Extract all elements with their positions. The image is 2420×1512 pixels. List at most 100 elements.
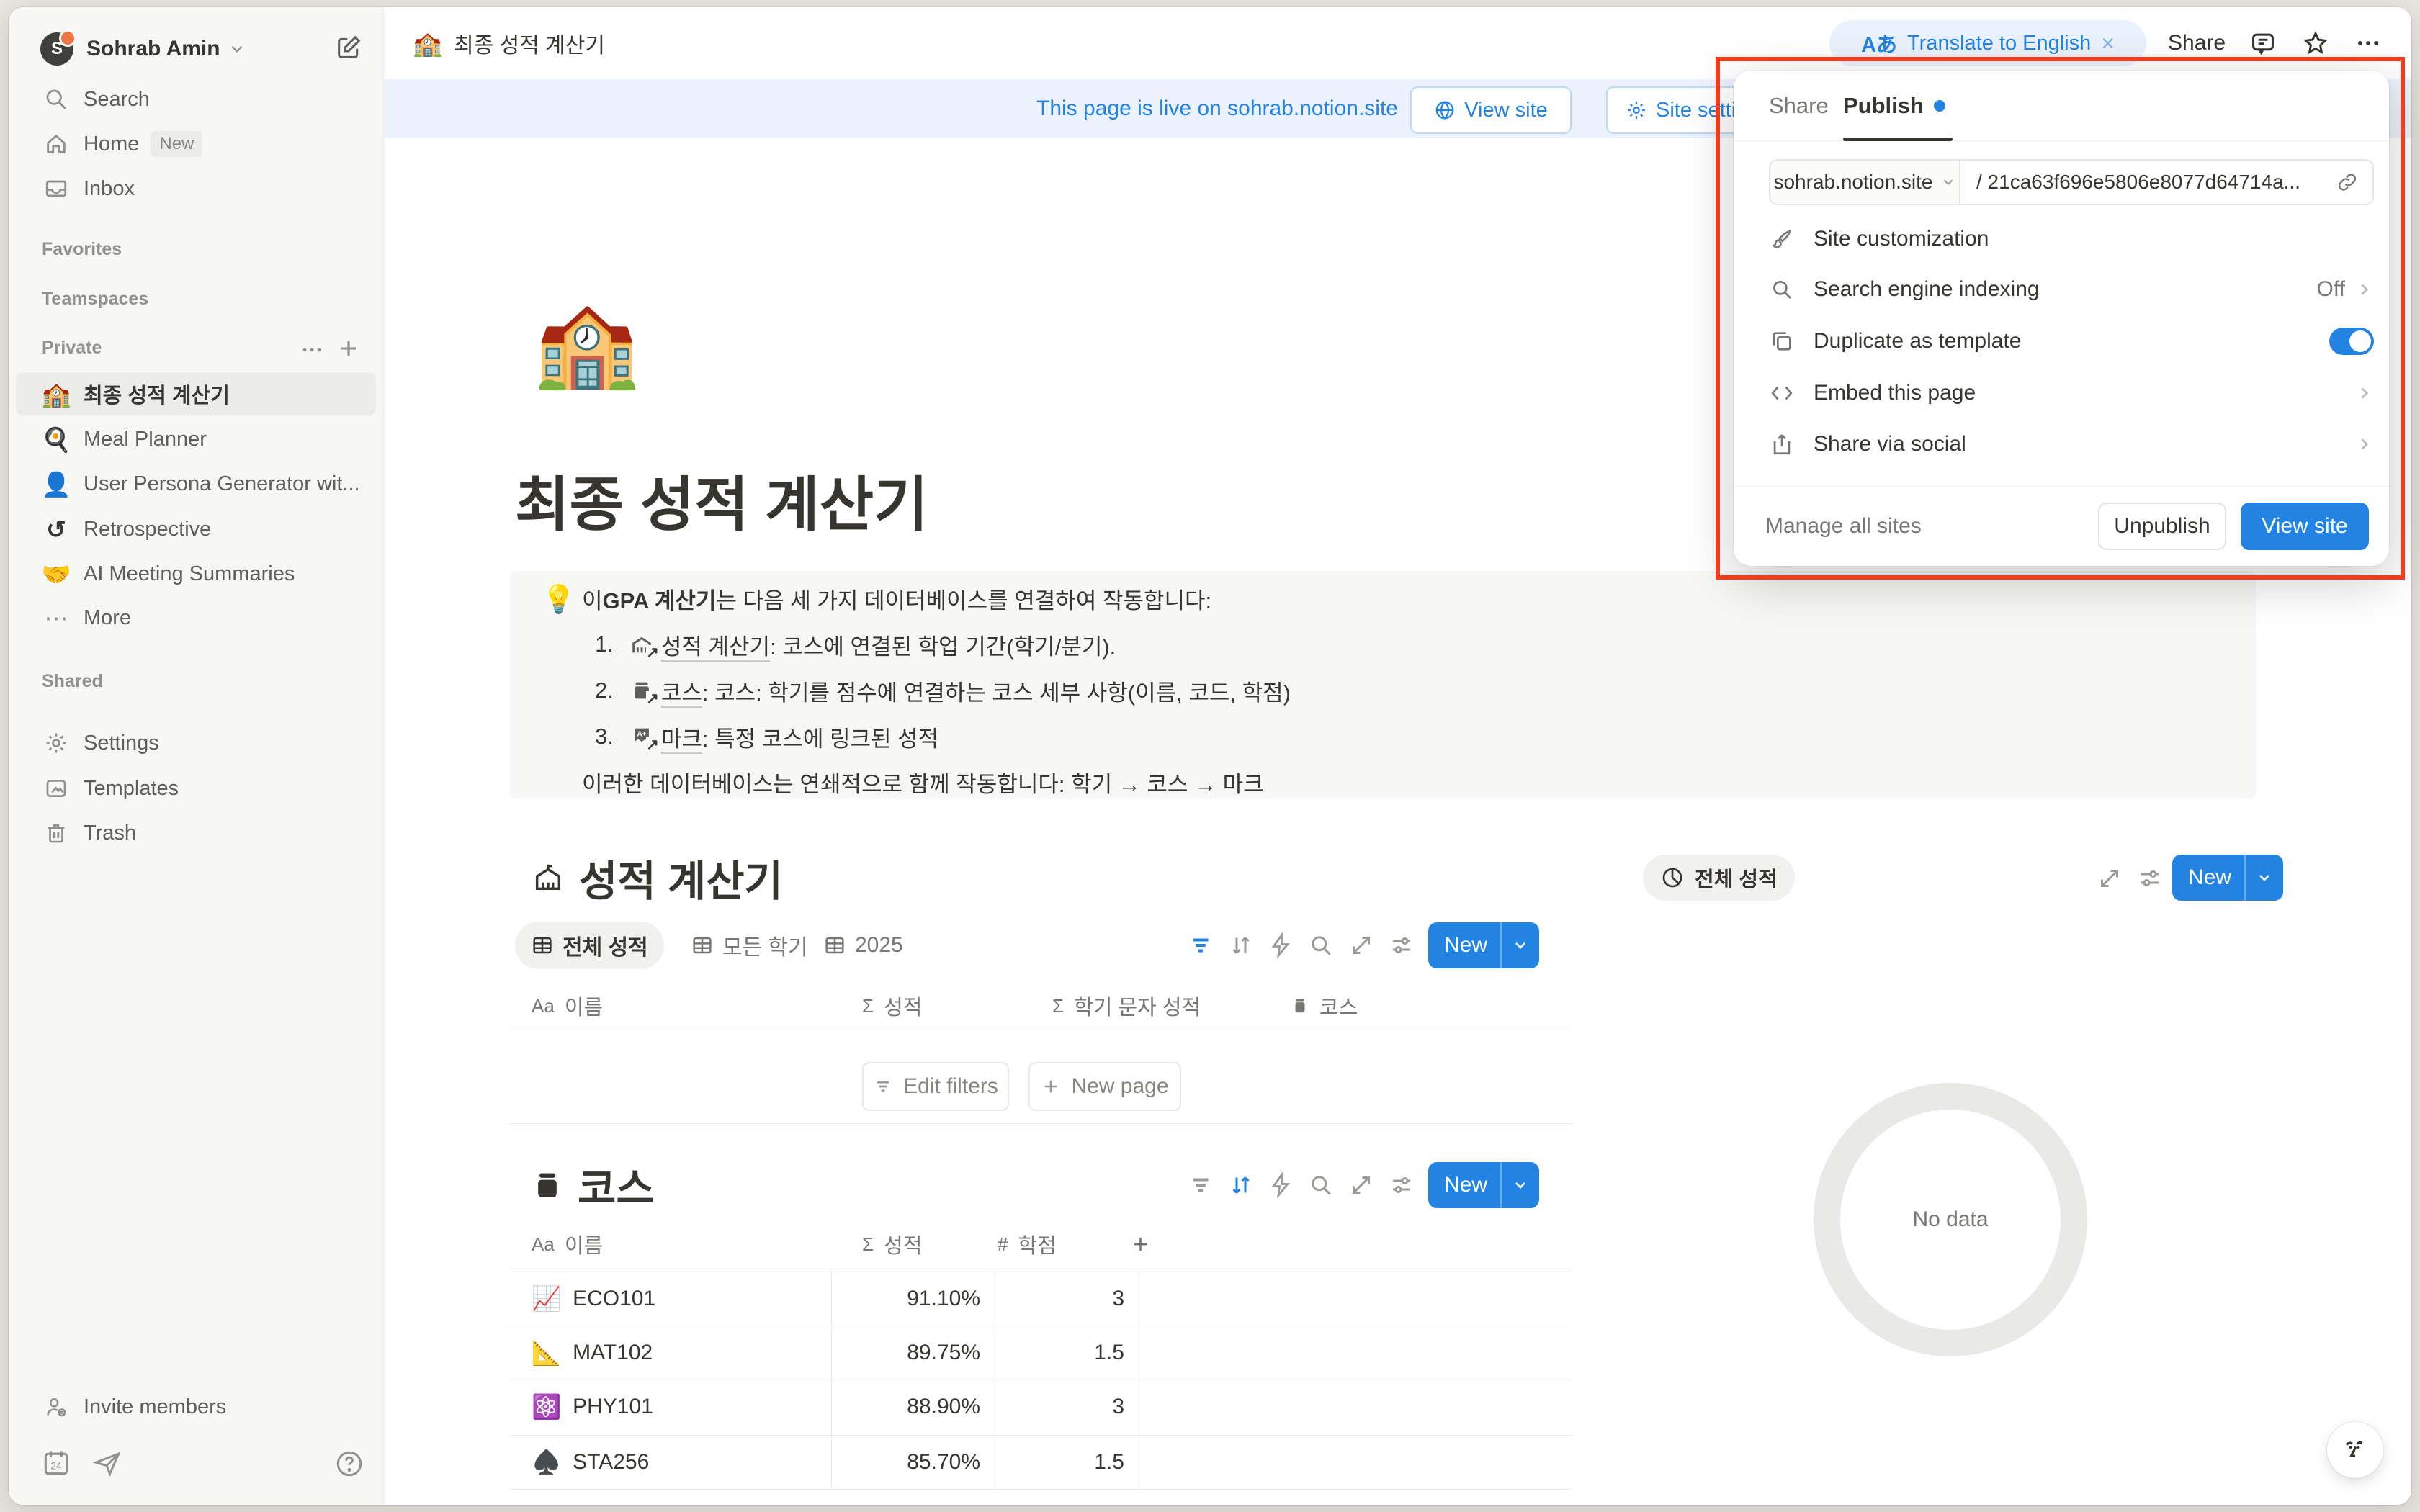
published-dot xyxy=(1934,100,1945,112)
db-link[interactable]: 코스 xyxy=(661,675,702,707)
db-link[interactable]: 성적 계산기 xyxy=(661,629,770,661)
code-icon xyxy=(1769,381,1795,405)
chart-new-button[interactable]: New xyxy=(2172,855,2283,901)
page-icon[interactable]: 🏫 xyxy=(534,301,640,386)
duplicate-icon xyxy=(1769,329,1795,354)
new-page-button[interactable]: New page xyxy=(1028,1062,1181,1111)
expand-icon[interactable] xyxy=(1348,932,1374,958)
invite-members[interactable]: Invite members xyxy=(16,1385,376,1428)
sidebar-item-inbox[interactable]: Inbox xyxy=(16,167,376,210)
automation-icon[interactable] xyxy=(1268,932,1294,958)
inbox-icon xyxy=(42,176,71,201)
link-icon[interactable] xyxy=(2336,171,2358,193)
translate-pill[interactable]: Aあ Translate to English × xyxy=(1829,20,2146,66)
banner-view-site-button[interactable]: View site xyxy=(1410,86,1572,134)
sidebar: S Sohrab Amin Search Home New Inbox Favo… xyxy=(9,7,384,1505)
section-private[interactable]: Private xyxy=(42,338,102,359)
more-options-icon[interactable] xyxy=(2354,30,2382,57)
comments-icon[interactable] xyxy=(2249,30,2277,57)
star-icon[interactable] xyxy=(2302,30,2329,57)
column-header-name[interactable]: Aa이름 xyxy=(532,982,603,1030)
sidebar-item-ai-meeting-summaries[interactable]: 🤝 AI Meeting Summaries xyxy=(16,552,376,595)
courses-new-button[interactable]: New xyxy=(1428,1162,1539,1208)
sidebar-item-search[interactable]: Search xyxy=(16,78,376,121)
search-icon xyxy=(42,87,71,112)
sort-icon[interactable] xyxy=(1228,1172,1254,1198)
sidebar-item-meal-planner[interactable]: 🍳 Meal Planner xyxy=(16,418,376,461)
expand-icon[interactable] xyxy=(1348,1172,1374,1198)
ruler-emoji-icon: 📐 xyxy=(532,1341,561,1364)
view-site-button[interactable]: View site xyxy=(2241,503,2369,550)
tab-publish[interactable]: Publish xyxy=(1843,88,1945,124)
sidebar-item-grade-calculator[interactable]: 🏫 최종 성적 계산기 xyxy=(16,372,376,415)
view-tab-2025[interactable]: 2025 xyxy=(807,922,919,969)
column-header-semester-letter[interactable]: Σ학기 문자 성적 xyxy=(1052,982,1201,1030)
grades-db-heading[interactable]: 성적 계산기 xyxy=(532,855,783,901)
callout-outro: 이러한 데이터베이스는 연쇄적으로 함께 작동합니다: 학기 → 코스 → 마크 xyxy=(582,760,1264,804)
page-path-input[interactable]: / 21ca63f696e5806e8077d64714a... xyxy=(1960,161,2372,204)
menu-item-search-engine-indexing[interactable]: Search engine indexing Off xyxy=(1769,265,2374,314)
school-emoji-icon: 🏫 xyxy=(42,382,71,406)
section-favorites[interactable]: Favorites xyxy=(42,239,122,260)
atom-emoji-icon: ⚛️ xyxy=(532,1395,561,1418)
view-tab-all-semesters[interactable]: 모든 학기 xyxy=(675,922,824,969)
db-link[interactable]: 마크 xyxy=(661,721,702,753)
search-icon[interactable] xyxy=(1308,1172,1334,1198)
calendar-icon[interactable]: 24 xyxy=(40,1447,72,1479)
filter-icon[interactable] xyxy=(1188,1172,1214,1198)
edit-filters-button[interactable]: Edit filters xyxy=(862,1062,1009,1111)
chart-view-tab[interactable]: 전체 성적 xyxy=(1643,855,1795,901)
help-icon[interactable] xyxy=(334,1449,364,1479)
add-column-button[interactable]: + xyxy=(1133,1220,1148,1268)
sort-icon[interactable] xyxy=(1228,932,1254,958)
manage-all-sites-link[interactable]: Manage all sites xyxy=(1765,514,1922,539)
sidebar-item-trash[interactable]: Trash xyxy=(16,811,376,855)
column-header-name[interactable]: Aa이름 xyxy=(532,1220,603,1268)
column-header-credits[interactable]: #학점 xyxy=(998,1220,1057,1268)
section-teamspaces[interactable]: Teamspaces xyxy=(42,289,148,310)
callout-block: 💡 이 GPA 계산기는 다음 세 가지 데이터베이스를 연결하여 작동합니다:… xyxy=(510,571,2256,799)
menu-item-embed-this-page[interactable]: Embed this page xyxy=(1769,369,2374,418)
settings-sliders-icon[interactable] xyxy=(2137,865,2163,891)
private-more-icon[interactable] xyxy=(300,338,324,362)
handshake-emoji-icon: 🤝 xyxy=(42,562,71,586)
settings-sliders-icon[interactable] xyxy=(1389,932,1415,958)
site-url-field[interactable]: sohrab.notion.site / 21ca63f696e5806e807… xyxy=(1769,159,2374,205)
sidebar-item-templates[interactable]: Templates xyxy=(16,767,376,810)
column-header-grade[interactable]: Σ성적 xyxy=(862,1220,922,1268)
paper-plane-icon[interactable] xyxy=(92,1449,122,1479)
automation-icon[interactable] xyxy=(1268,1172,1294,1198)
duplicate-template-toggle[interactable] xyxy=(2329,328,2374,355)
unpublish-button[interactable]: Unpublish xyxy=(2098,503,2226,550)
sidebar-item-settings[interactable]: Settings xyxy=(16,721,376,765)
view-tab-all-grades[interactable]: 전체 성적 xyxy=(515,922,664,969)
tab-share[interactable]: Share xyxy=(1769,88,1829,124)
settings-sliders-icon[interactable] xyxy=(1389,1172,1415,1198)
workspace-switcher[interactable]: S Sohrab Amin xyxy=(9,27,383,71)
share-button[interactable]: Share xyxy=(2168,7,2226,79)
column-header-courses[interactable]: 코스 xyxy=(1291,982,1358,1030)
filter-icon[interactable] xyxy=(1188,932,1214,958)
ai-face-icon xyxy=(2339,1434,2371,1466)
breadcrumb[interactable]: 🏫 최종 성적 계산기 xyxy=(413,7,605,79)
search-icon[interactable] xyxy=(1308,932,1334,958)
sidebar-item-user-persona[interactable]: 👤 User Persona Generator wit... xyxy=(16,462,376,505)
compose-icon[interactable] xyxy=(334,33,363,62)
menu-item-share-via-social[interactable]: Share via social xyxy=(1769,420,2374,469)
topbar: 🏫 최종 성적 계산기 Aあ Translate to English × Sh… xyxy=(384,7,2411,79)
courses-db-heading[interactable]: 코스 xyxy=(532,1156,655,1214)
menu-item-site-customization[interactable]: Site customization xyxy=(1769,215,2374,264)
grades-new-button[interactable]: New xyxy=(1428,922,1539,968)
private-add-icon[interactable] xyxy=(336,336,361,361)
sidebar-item-home[interactable]: Home New xyxy=(16,122,376,166)
expand-icon[interactable] xyxy=(2097,865,2123,891)
domain-select[interactable]: sohrab.notion.site xyxy=(1770,161,1960,204)
page-title[interactable]: 최종 성적 계산기 xyxy=(515,456,928,542)
section-shared[interactable]: Shared xyxy=(42,671,103,692)
column-header-grade[interactable]: Σ성적 xyxy=(862,982,922,1030)
close-icon[interactable]: × xyxy=(2101,30,2115,57)
notion-ai-button[interactable] xyxy=(2327,1422,2383,1478)
sidebar-item-retrospective[interactable]: ↺ Retrospective xyxy=(16,508,376,551)
sidebar-item-more[interactable]: ⋯ More xyxy=(16,596,376,639)
menu-item-duplicate-as-template[interactable]: Duplicate as template xyxy=(1769,317,2374,366)
